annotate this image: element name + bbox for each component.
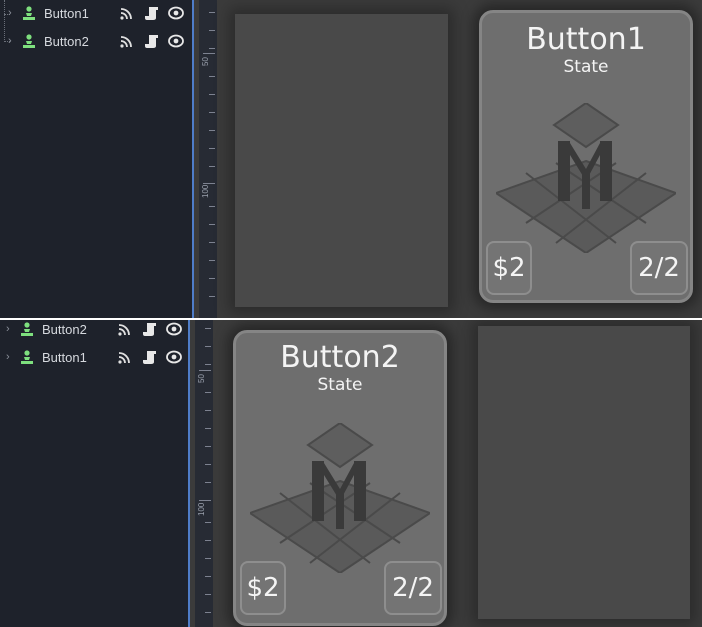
ruler-tick: [205, 364, 211, 365]
stats-badge: 2/2: [384, 561, 442, 615]
card-button2[interactable]: Button2 State $2 2/2: [233, 330, 447, 626]
editor-panel-bottom: › Button2 › Button1 50 100 Button2 State…: [0, 320, 702, 627]
card-slot[interactable]: [478, 326, 690, 619]
ruler-tick: [205, 540, 211, 541]
scene-tree: › Button2 › Button1: [0, 320, 188, 627]
ruler-label: 50: [197, 374, 206, 383]
ruler-tick: [209, 166, 215, 167]
signal-icon[interactable]: [120, 7, 133, 20]
stats-badge: 2/2: [630, 241, 688, 295]
tower-icon: [250, 423, 430, 573]
ruler-tick: [209, 224, 215, 225]
script-icon[interactable]: [145, 6, 159, 21]
ruler-tick: [205, 482, 211, 483]
tree-item-label: Button1: [44, 6, 89, 21]
ruler-tick: [205, 410, 211, 411]
canvas-viewport[interactable]: Button1 State $2 2/2: [217, 0, 702, 318]
ruler-tick: [209, 278, 215, 279]
control-node-icon: [21, 322, 33, 336]
cost-badge: $2: [240, 561, 286, 615]
ruler-tick: [203, 53, 215, 54]
control-node-icon: [21, 350, 33, 364]
eye-icon[interactable]: [166, 350, 182, 364]
chevron-right-icon[interactable]: ›: [8, 6, 12, 20]
ruler-tick: [209, 206, 215, 207]
eye-icon[interactable]: [168, 6, 184, 20]
ruler-label: 100: [197, 502, 206, 516]
ruler-tick: [209, 130, 215, 131]
ruler-tick: [205, 576, 211, 577]
signal-icon[interactable]: [118, 323, 131, 336]
card-state: State: [317, 375, 363, 395]
ruler-tick: [205, 464, 211, 465]
ruler-tick: [209, 12, 215, 13]
eye-icon[interactable]: [168, 34, 184, 48]
tree-item-label: Button2: [44, 34, 89, 49]
vertical-ruler[interactable]: 50 100: [195, 320, 213, 627]
viewport-edge-line: [192, 0, 194, 318]
cost-badge: $2: [486, 241, 532, 295]
ruler-tick: [209, 76, 215, 77]
ruler-tick: [205, 594, 211, 595]
ruler-tick: [209, 148, 215, 149]
ruler-tick: [209, 112, 215, 113]
signal-icon[interactable]: [118, 351, 131, 364]
chevron-right-icon[interactable]: ›: [6, 350, 10, 364]
ruler-tick: [209, 242, 215, 243]
ruler-tick: [209, 296, 215, 297]
ruler-label: 50: [201, 57, 210, 66]
tree-item-label: Button2: [42, 322, 87, 337]
ruler-tick: [205, 446, 211, 447]
card-title: Button2: [280, 340, 400, 375]
canvas-viewport[interactable]: Button2 State $2 2/2: [213, 320, 702, 627]
script-icon[interactable]: [143, 322, 157, 337]
signal-icon[interactable]: [120, 35, 133, 48]
ruler-tick: [205, 558, 211, 559]
editor-panel-top: › Button1 › Button2 50 100 Button1 State…: [0, 0, 702, 318]
scene-tree: › Button1 › Button2: [0, 0, 192, 318]
tree-item-label: Button1: [42, 350, 87, 365]
chevron-right-icon[interactable]: ›: [8, 34, 12, 48]
tower-icon: [496, 103, 676, 253]
viewport-edge-line: [188, 320, 190, 627]
ruler-tick: [205, 428, 211, 429]
ruler-label: 100: [201, 184, 210, 198]
eye-icon[interactable]: [166, 322, 182, 336]
tree-item-button2[interactable]: › Button2: [0, 30, 192, 54]
chevron-right-icon[interactable]: ›: [6, 322, 10, 336]
ruler-tick: [205, 612, 211, 613]
card-button1[interactable]: Button1 State $2 2/2: [479, 10, 693, 303]
tree-item-button2[interactable]: › Button2: [0, 320, 192, 342]
ruler-tick: [205, 346, 211, 347]
ruler-tick: [205, 328, 211, 329]
ruler-tick: [205, 522, 211, 523]
script-icon[interactable]: [145, 34, 159, 49]
ruler-tick: [209, 30, 215, 31]
control-node-icon: [23, 6, 35, 20]
script-icon[interactable]: [143, 350, 157, 365]
tree-item-button1[interactable]: › Button1: [0, 2, 192, 26]
card-title: Button1: [526, 22, 646, 57]
control-node-icon: [23, 34, 35, 48]
vertical-ruler[interactable]: 50 100: [199, 0, 217, 318]
ruler-tick: [199, 500, 211, 501]
tree-item-button1[interactable]: › Button1: [0, 346, 192, 370]
card-state: State: [563, 57, 609, 77]
ruler-tick: [209, 48, 215, 49]
card-slot[interactable]: [235, 14, 448, 307]
ruler-tick: [209, 94, 215, 95]
ruler-tick: [199, 370, 211, 371]
ruler-tick: [205, 392, 211, 393]
ruler-tick: [209, 260, 215, 261]
